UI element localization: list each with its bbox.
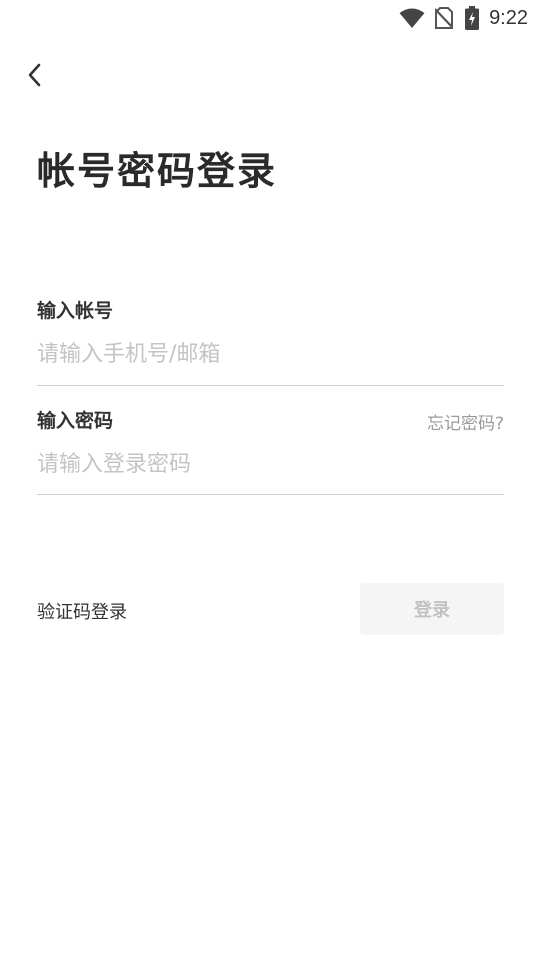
- status-time: 9:22: [489, 6, 528, 29]
- forgot-password-link[interactable]: 忘记密码?: [427, 409, 504, 434]
- account-field: 输入帐号: [37, 296, 504, 388]
- back-button[interactable]: [18, 60, 50, 94]
- password-input[interactable]: [37, 444, 504, 484]
- chevron-left-icon: [26, 62, 42, 92]
- status-bar: 9:22: [0, 0, 540, 36]
- account-label: 输入帐号: [37, 300, 114, 322]
- battery-charging-icon: [465, 6, 480, 30]
- password-label: 输入密码: [37, 410, 114, 432]
- account-input[interactable]: [37, 334, 504, 374]
- login-button[interactable]: 登录: [360, 583, 504, 635]
- account-divider: [37, 385, 504, 386]
- no-sim-icon: [435, 7, 454, 29]
- sms-login-link[interactable]: 验证码登录: [37, 598, 127, 624]
- wifi-icon: [399, 8, 425, 28]
- status-icons: 9:22: [399, 5, 528, 31]
- password-divider: [37, 494, 504, 495]
- password-field: 输入密码 忘记密码?: [37, 406, 504, 498]
- page-title: 帐号密码登录: [37, 148, 278, 193]
